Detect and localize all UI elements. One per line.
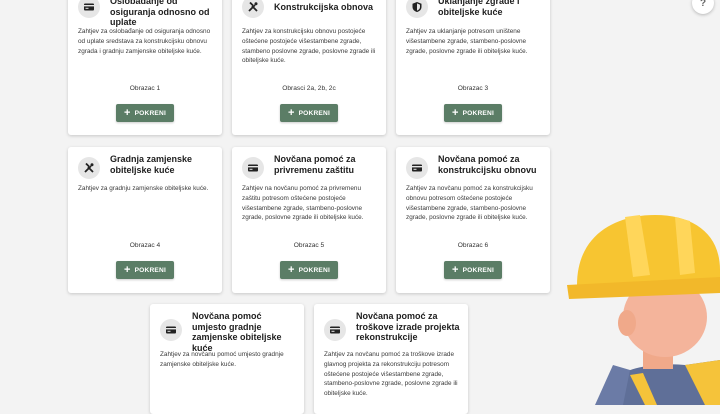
card-description: Zahtjev za oslobađanje od osiguranja odn… — [78, 28, 211, 55]
start-button[interactable]: + POKRENI — [280, 261, 338, 279]
start-button[interactable]: + POKRENI — [116, 261, 174, 279]
tools-icon — [78, 157, 100, 179]
card-title: Novčana pomoć umjesto gradnje zamjenske … — [192, 311, 282, 353]
card-obrazac-6: Novčana pomoć za konstrukcijsku obnovu Z… — [396, 147, 550, 293]
plus-icon: + — [287, 264, 295, 276]
form-number: Obrasci 2a, 2b, 2c — [282, 85, 336, 92]
start-button[interactable]: + POKRENI — [280, 104, 338, 122]
card-description: Zahtjev za novčanu pomoć za konstrukcijs… — [406, 185, 533, 222]
card-obrazac-5: Novčana pomoć za privremenu zaštitu Zaht… — [232, 147, 386, 293]
plus-icon: + — [451, 107, 459, 119]
plus-icon: + — [451, 264, 459, 276]
help-button[interactable]: ? — [692, 0, 714, 14]
help-icon: ? — [699, 0, 707, 9]
credit-card-icon — [242, 157, 264, 179]
form-number: Obrazac 6 — [457, 242, 489, 249]
card-description: Zahtjev za novčanu pomoć umjesto gradnje… — [160, 351, 284, 368]
card-title: Novčana pomoć za privremenu zaštitu — [274, 154, 356, 175]
credit-card-icon — [406, 157, 428, 179]
card-troskovi-projekta: Novčana pomoć za troškove izrade projekt… — [314, 304, 468, 414]
card-description: Zahtjev za konstrukcijsku obnovu postoje… — [242, 28, 376, 65]
card-title: Konstrukcijska obnova — [274, 2, 374, 12]
card-description: Zahtjev za novčanu pomoć za troškove izr… — [324, 351, 458, 398]
card-title: Novčana pomoć za troškove izrade projekt… — [356, 311, 460, 342]
start-button[interactable]: + POKRENI — [444, 104, 502, 122]
start-button[interactable]: + POKRENI — [444, 261, 502, 279]
card-title: Oslobađanje od osiguranja odnosno od upl… — [110, 0, 210, 27]
card-obrazac-2: Konstrukcijska obnova Zahtjev za konstru… — [232, 0, 386, 135]
card-description: Zahtjev za gradnju zamjenske obiteljske … — [78, 185, 209, 192]
credit-card-icon — [78, 0, 100, 18]
card-obrazac-3: Uklanjanje zgrade i obiteljske kuće Zaht… — [396, 0, 550, 135]
start-button[interactable]: + POKRENI — [116, 104, 174, 122]
card-title: Gradnja zamjenske obiteljske kuće — [110, 154, 193, 175]
form-number: Obrazac 3 — [457, 85, 489, 92]
form-number: Obrazac 1 — [129, 85, 161, 92]
plus-icon: + — [123, 264, 131, 276]
form-number: Obrazac 5 — [293, 242, 325, 249]
credit-card-icon — [324, 319, 346, 341]
tools-icon — [242, 0, 264, 18]
credit-card-icon — [160, 319, 182, 341]
card-description: Zahtjev na novčanu pomoć za privremenu z… — [242, 185, 364, 222]
construction-worker-illustration — [567, 215, 720, 405]
plus-icon: + — [287, 107, 295, 119]
shield-icon — [406, 0, 428, 18]
card-title: Novčana pomoć za konstrukcijsku obnovu — [438, 154, 537, 175]
card-obrazac-1: Oslobađanje od osiguranja odnosno od upl… — [68, 0, 222, 135]
card-title: Uklanjanje zgrade i obiteljske kuće — [438, 0, 520, 17]
form-number: Obrazac 4 — [129, 242, 161, 249]
card-obrazac-4: Gradnja zamjenske obiteljske kuće Zahtje… — [68, 147, 222, 293]
plus-icon: + — [123, 107, 131, 119]
card-description: Zahtjev za uklanjanje potresom uništene … — [406, 28, 528, 55]
card-umjesto-gradnje: Novčana pomoć umjesto gradnje zamjenske … — [150, 304, 304, 414]
